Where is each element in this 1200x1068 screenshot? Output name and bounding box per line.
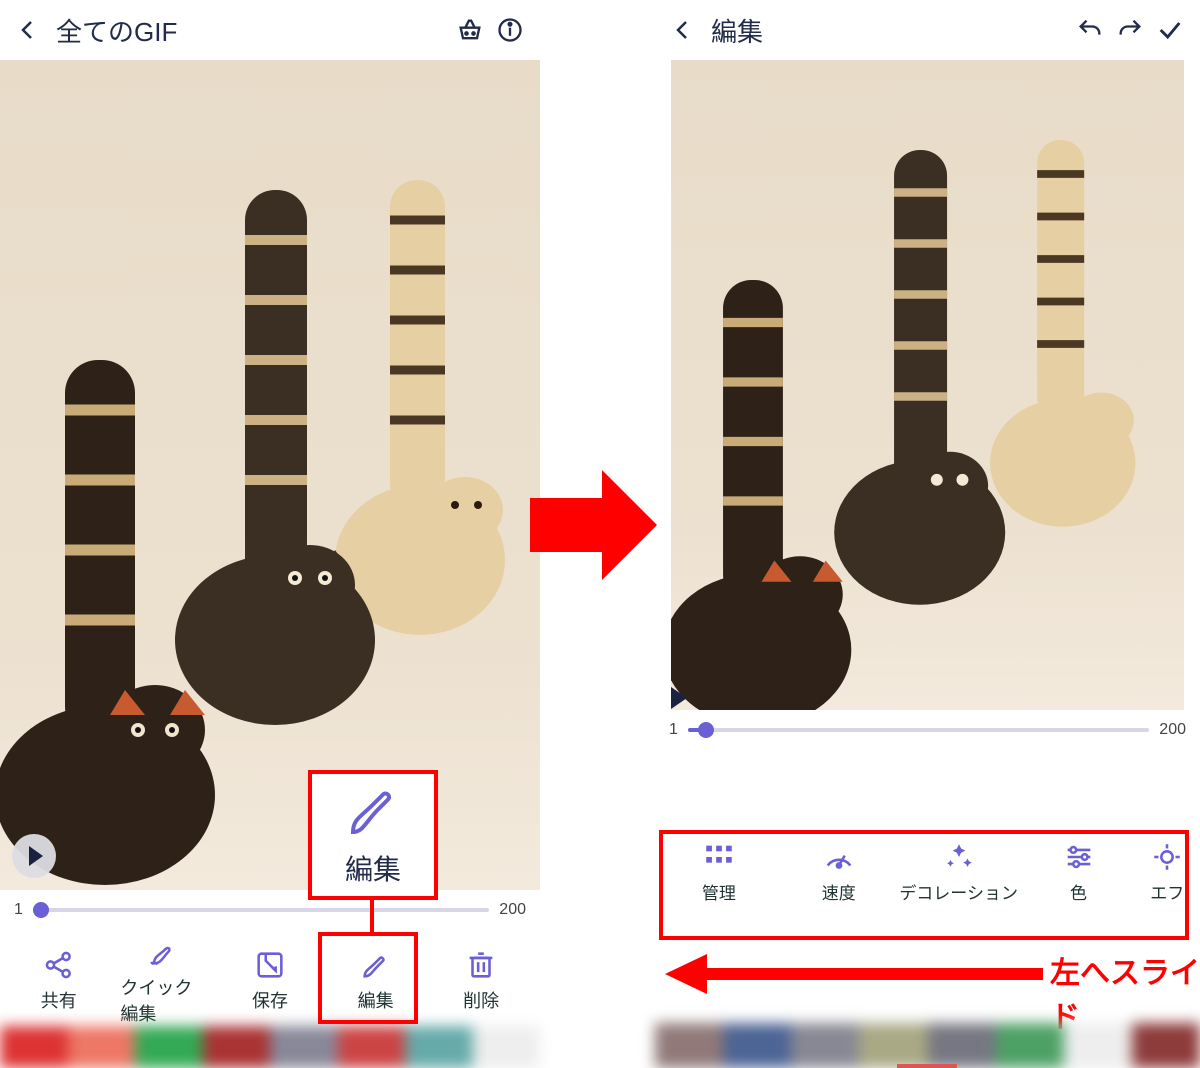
confirm-icon[interactable] — [1156, 16, 1184, 44]
manage-button[interactable]: 管理 — [659, 840, 779, 904]
filmstrip-indicator — [897, 1064, 957, 1068]
header-left: 全てのGIF — [0, 0, 540, 60]
filmstrip-right — [655, 1023, 1200, 1068]
annotation-connector — [370, 898, 374, 934]
header-right: 編集 — [655, 0, 1200, 60]
slider-min: 1 — [14, 901, 23, 919]
basket-icon[interactable] — [456, 16, 484, 44]
decoration-button[interactable]: デコレーション — [899, 840, 1019, 904]
color-label: 色 — [1070, 879, 1087, 904]
effect-button[interactable]: エフ — [1138, 840, 1196, 904]
edit-callout: 編集 — [308, 770, 438, 900]
back-icon[interactable] — [671, 18, 695, 42]
save-button[interactable]: 保存 — [226, 948, 314, 1013]
effect-label: エフ — [1150, 879, 1184, 904]
frame-slider[interactable] — [33, 908, 489, 912]
transition-arrow-icon — [530, 470, 660, 580]
filmstrip-left — [0, 1026, 540, 1068]
quick-edit-button[interactable]: クイック編集 — [120, 935, 208, 1026]
page-title-left: 全てのGIF — [56, 12, 177, 49]
gif-preview-right — [671, 60, 1184, 710]
frame-slider[interactable] — [688, 728, 1149, 732]
edit-callout-label: 編集 — [345, 848, 401, 888]
decoration-label: デコレーション — [899, 879, 1018, 904]
play-button[interactable] — [12, 834, 56, 878]
bottom-toolbar-left: 共有 クイック編集 保存 編集 削除 — [0, 930, 540, 1030]
speed-button[interactable]: 速度 — [779, 840, 899, 904]
edit-label: 編集 — [358, 987, 394, 1013]
color-button[interactable]: 色 — [1019, 840, 1139, 904]
slider-max: 200 — [499, 901, 526, 919]
page-title-right: 編集 — [711, 12, 763, 49]
gif-preview-left — [0, 60, 540, 890]
back-icon[interactable] — [16, 18, 40, 42]
share-label: 共有 — [41, 987, 77, 1013]
slide-left-arrow-icon — [665, 960, 1045, 988]
save-label: 保存 — [252, 987, 288, 1013]
speed-label: 速度 — [822, 879, 856, 904]
undo-icon[interactable] — [1076, 16, 1104, 44]
manage-label: 管理 — [702, 879, 736, 904]
edit-button[interactable]: 編集 — [332, 948, 420, 1013]
play-button[interactable] — [657, 678, 697, 718]
frame-slider-row: 1 200 — [0, 890, 540, 930]
delete-button[interactable]: 削除 — [437, 948, 525, 1013]
redo-icon[interactable] — [1116, 16, 1144, 44]
frame-slider-row-right: 1 200 — [655, 710, 1200, 750]
quick-edit-label: クイック編集 — [120, 974, 208, 1026]
phone-left: 全てのGIF — [0, 0, 540, 1068]
share-button[interactable]: 共有 — [15, 948, 103, 1013]
delete-label: 削除 — [463, 987, 499, 1013]
slider-min: 1 — [669, 721, 678, 739]
edit-tools-toolbar[interactable]: 管理 速度 デコレーション 色 エフ — [655, 810, 1200, 930]
slider-max: 200 — [1159, 721, 1186, 739]
phone-right: 編集 — [655, 0, 1200, 1068]
info-icon[interactable] — [496, 16, 524, 44]
